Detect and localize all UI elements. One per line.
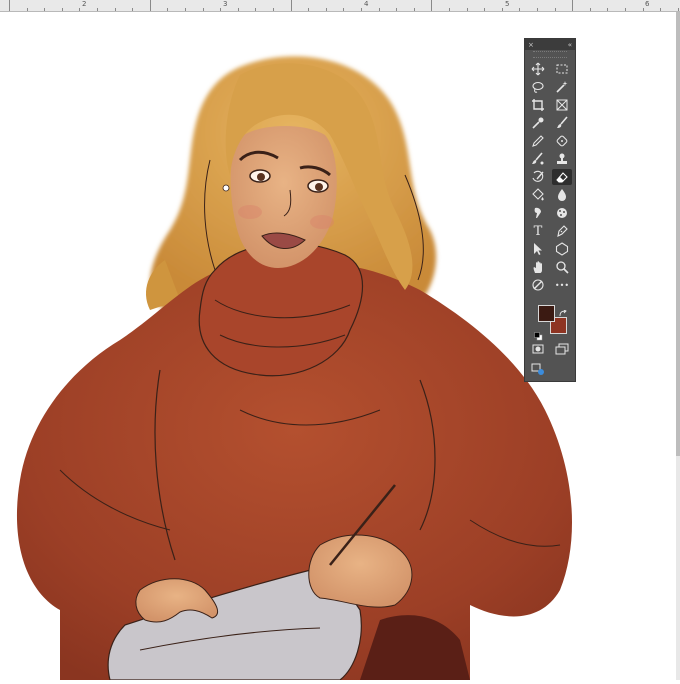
ruler-tick xyxy=(625,8,626,11)
foreground-color-swatch[interactable] xyxy=(538,305,555,322)
ruler-tick xyxy=(291,0,292,11)
ruler-tick xyxy=(220,8,221,11)
default-colors-icon[interactable] xyxy=(534,326,543,341)
marquee-tool-icon[interactable] xyxy=(552,61,572,77)
ruler-tick xyxy=(326,8,327,11)
healing-brush-tool-icon[interactable] xyxy=(552,133,572,149)
ruler-tick xyxy=(660,8,661,11)
frame-tool-icon[interactable] xyxy=(552,97,572,113)
ruler-tick xyxy=(678,8,679,11)
lasso-tool-icon[interactable] xyxy=(528,79,548,95)
ruler-tick xyxy=(150,0,151,11)
ruler-tick xyxy=(44,8,45,11)
edit-toolbar-icon[interactable] xyxy=(528,361,548,377)
ruler-tick xyxy=(537,8,538,11)
ruler-label: 3 xyxy=(223,0,228,8)
ruler-tick xyxy=(643,8,644,11)
vertical-scrollbar[interactable] xyxy=(676,12,680,456)
path-selection-tool-icon[interactable] xyxy=(528,241,548,257)
ellipse-tool-icon[interactable] xyxy=(552,241,572,257)
crop-tool-icon[interactable] xyxy=(528,97,548,113)
horizontal-ruler[interactable]: 2 3 4 5 6 xyxy=(0,0,680,12)
ruler-tick xyxy=(414,8,415,11)
ruler-tick xyxy=(238,8,239,11)
ruler-tick xyxy=(590,8,591,11)
ruler-tick xyxy=(343,8,344,11)
collapse-icon[interactable]: « xyxy=(568,41,572,49)
ruler-tick xyxy=(203,8,204,11)
ruler-label: 4 xyxy=(364,0,369,8)
pen-tool-icon[interactable] xyxy=(552,223,572,239)
ruler-tick xyxy=(572,0,573,11)
ruler-tick xyxy=(132,8,133,11)
brush-tool-icon[interactable] xyxy=(552,115,572,131)
ruler-tick xyxy=(115,8,116,11)
ruler-tick xyxy=(502,8,503,11)
quick-mask-icon[interactable] xyxy=(528,341,548,357)
move-tool-icon[interactable] xyxy=(528,61,548,77)
ruler-tick xyxy=(431,0,432,11)
ruler-tick xyxy=(396,8,397,11)
ruler-tick xyxy=(519,8,520,11)
ruler-label: 6 xyxy=(645,0,650,8)
eyedropper-tool-icon[interactable] xyxy=(528,115,548,131)
swap-colors-icon[interactable] xyxy=(559,303,567,317)
pencil-tool-icon[interactable] xyxy=(528,133,548,149)
ruler-label: 2 xyxy=(82,0,87,8)
type-tool-glyph: T xyxy=(533,223,543,239)
vertical-scrollbar-track[interactable] xyxy=(676,456,680,680)
ruler-tick xyxy=(255,8,256,11)
close-icon[interactable]: × xyxy=(528,41,534,49)
ruler-tick xyxy=(273,8,274,11)
ruler-tick xyxy=(185,8,186,11)
panel-grip[interactable] xyxy=(533,51,567,58)
ruler-tick xyxy=(555,8,556,11)
mixer-brush-tool-icon[interactable] xyxy=(528,151,548,167)
zoom-tool-icon[interactable] xyxy=(552,259,572,275)
ruler-tick xyxy=(361,8,362,11)
ruler-tick xyxy=(167,8,168,11)
ruler-tick xyxy=(607,8,608,11)
rotate-view-tool-icon[interactable] xyxy=(528,277,548,293)
smudge-tool-icon[interactable] xyxy=(528,205,548,221)
more-tools-glyph: ••• xyxy=(554,280,570,290)
type-tool-icon[interactable]: T xyxy=(528,223,548,239)
ruler-tick xyxy=(484,8,485,11)
ruler-tick xyxy=(79,8,80,11)
eraser-tool-icon[interactable] xyxy=(552,169,572,185)
ruler-label: 5 xyxy=(505,0,510,8)
tools-panel-header[interactable]: × « xyxy=(525,39,575,50)
ruler-tick xyxy=(449,8,450,11)
tools-panel[interactable]: × « T ••• xyxy=(524,38,576,382)
more-tools-icon[interactable]: ••• xyxy=(552,277,572,293)
ruler-tick xyxy=(9,0,10,11)
ruler-tick xyxy=(62,8,63,11)
screen-mode-icon[interactable] xyxy=(552,341,572,357)
ruler-tick xyxy=(308,8,309,11)
ruler-tick xyxy=(97,8,98,11)
ruler-tick xyxy=(467,8,468,11)
paint-bucket-tool-icon[interactable] xyxy=(528,187,548,203)
ruler-tick xyxy=(379,8,380,11)
hand-tool-icon[interactable] xyxy=(528,259,548,275)
clone-stamp-tool-icon[interactable] xyxy=(552,151,572,167)
ruler-tick xyxy=(27,8,28,11)
sponge-tool-icon[interactable] xyxy=(552,205,572,221)
magic-wand-tool-icon[interactable] xyxy=(552,79,572,95)
blur-tool-icon[interactable] xyxy=(552,187,572,203)
history-brush-tool-icon[interactable] xyxy=(528,169,548,185)
